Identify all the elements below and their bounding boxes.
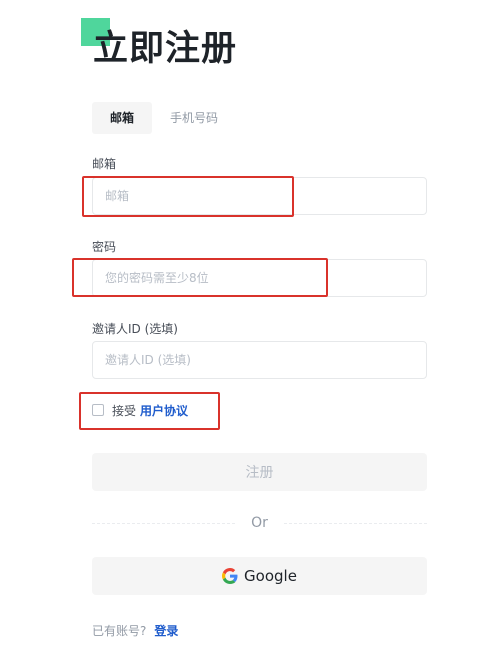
login-prompt: 已有账号?: [92, 624, 147, 638]
password-input[interactable]: [92, 259, 427, 297]
divider-line-right: [283, 522, 427, 524]
referral-id-input[interactable]: [92, 341, 427, 379]
or-label: Or: [251, 515, 268, 531]
signup-method-tabs: 邮箱 手机号码: [92, 102, 228, 134]
user-agreement-link[interactable]: 用户协议: [140, 402, 188, 419]
login-link[interactable]: 登录: [154, 622, 178, 639]
agreement-checkbox[interactable]: [92, 404, 104, 416]
page-title: 立即注册: [93, 29, 238, 69]
referral-label: 邀请人ID (选填): [92, 322, 178, 336]
login-row: 已有账号? 登录: [92, 622, 178, 639]
password-label: 密码: [92, 240, 117, 254]
agreement-row: 接受 用户协议: [92, 400, 188, 420]
email-label: 邮箱: [92, 157, 117, 171]
register-button[interactable]: 注册: [92, 453, 427, 491]
tab-phone[interactable]: 手机号码: [160, 102, 228, 134]
divider-line-left: [92, 522, 236, 524]
agreement-prefix: 接受: [112, 403, 137, 418]
google-signin-button[interactable]: Google: [92, 557, 427, 595]
register-button-label: 注册: [245, 465, 274, 481]
email-input[interactable]: [92, 177, 427, 215]
google-button-label: Google: [244, 567, 297, 585]
or-divider: Or: [92, 512, 427, 534]
google-icon: [222, 568, 238, 584]
tab-email[interactable]: 邮箱: [92, 102, 153, 134]
